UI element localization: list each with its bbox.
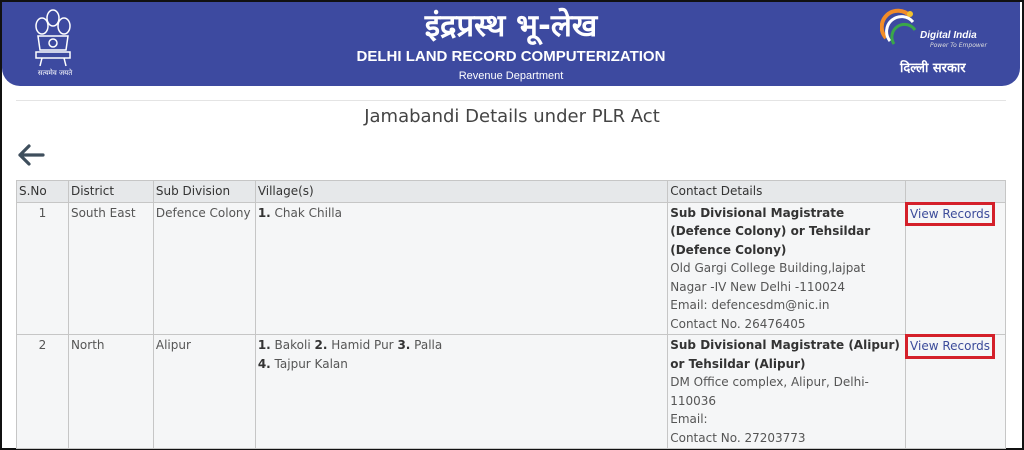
cell-action: View Records xyxy=(905,201,1006,335)
header-contact: Contact Details xyxy=(667,180,907,203)
site-header: सत्यमेव जयते इंद्रप्रस्थ भू-लेख DELHI LA… xyxy=(2,2,1020,86)
village-name: Bakoli xyxy=(270,338,315,352)
table-header-row: S.No District Sub Division Village(s) Co… xyxy=(16,180,1006,203)
village-number: 1. xyxy=(257,338,271,352)
village-number: 4. xyxy=(257,356,271,371)
header-action xyxy=(905,180,1006,203)
delhi-government-label: दिल्ली सरकार xyxy=(900,61,966,76)
header-district: District xyxy=(67,180,154,203)
site-title: DELHI LAND RECORD COMPUTERIZATION xyxy=(356,48,666,65)
cell-sno: 2 xyxy=(16,334,69,449)
cell-action: View Records xyxy=(905,334,1006,449)
cell-contact: Sub Divisional Magistrate (Defence Colon… xyxy=(667,201,907,335)
header-villages: Village(s) xyxy=(254,180,669,203)
contact-title: Sub Divisional Magistrate (Defence Colon… xyxy=(670,205,871,257)
cell-sub-division: Alipur xyxy=(152,334,256,449)
header-sub-division: Sub Division xyxy=(152,180,256,203)
contact-title: Sub Divisional Magistrate (Alipur) or Te… xyxy=(670,338,900,371)
contact-email: Email: xyxy=(670,412,708,426)
village-name: Chak Chilla xyxy=(270,205,342,220)
digital-india-tagline: Power To Empower xyxy=(930,42,987,49)
contact-phone: Contact No. 26476405 xyxy=(670,316,806,331)
village-number: 3. xyxy=(397,338,411,352)
contact-phone: Contact No. 27203773 xyxy=(670,430,806,445)
cell-district: North xyxy=(67,334,154,449)
digital-india-logo-icon xyxy=(880,8,917,45)
cell-villages: 1. Chak Chilla xyxy=(254,201,669,335)
village-number: 1. xyxy=(257,205,271,220)
contact-email: Email: defencesdm@nic.in xyxy=(670,298,830,312)
digital-india-text: Digital India xyxy=(920,30,977,41)
village-name: Tajpur Kalan xyxy=(270,356,348,371)
table-row: 1 South East Defence Colony 1. Chak Chil… xyxy=(16,201,1006,335)
header-divider xyxy=(16,100,1006,101)
village-name: Hamid Pur xyxy=(327,338,398,352)
cell-villages: 1. Bakoli 2. Hamid Pur 3. Palla 4. Tajpu… xyxy=(254,334,669,449)
village-name: Palla xyxy=(410,338,443,352)
cell-sno: 1 xyxy=(16,201,69,335)
table-row: 2 North Alipur 1. Bakoli 2. Hamid Pur 3.… xyxy=(16,334,1006,449)
department-name: Revenue Department xyxy=(458,70,564,82)
header-sno: S.No xyxy=(16,180,69,203)
view-records-link[interactable]: View Records xyxy=(905,334,996,359)
cell-sub-division: Defence Colony xyxy=(152,201,256,335)
arrow-left-icon[interactable] xyxy=(16,142,46,168)
cell-district: South East xyxy=(67,201,154,335)
contact-address: Old Gargi College Building,lajpat Nagar … xyxy=(670,261,866,294)
cell-contact: Sub Divisional Magistrate (Alipur) or Te… xyxy=(667,334,907,449)
page-title: Jamabandi Details under PLR Act xyxy=(364,106,660,127)
contact-address: DM Office complex, Alipur, Delhi-110036 xyxy=(670,375,869,408)
hindi-site-title: इंद्रप्रस्थ भू-लेख xyxy=(424,8,598,44)
view-records-link[interactable]: View Records xyxy=(905,201,996,226)
jamabandi-table: S.No District Sub Division Village(s) Co… xyxy=(16,180,1006,449)
village-number: 2. xyxy=(314,338,328,352)
